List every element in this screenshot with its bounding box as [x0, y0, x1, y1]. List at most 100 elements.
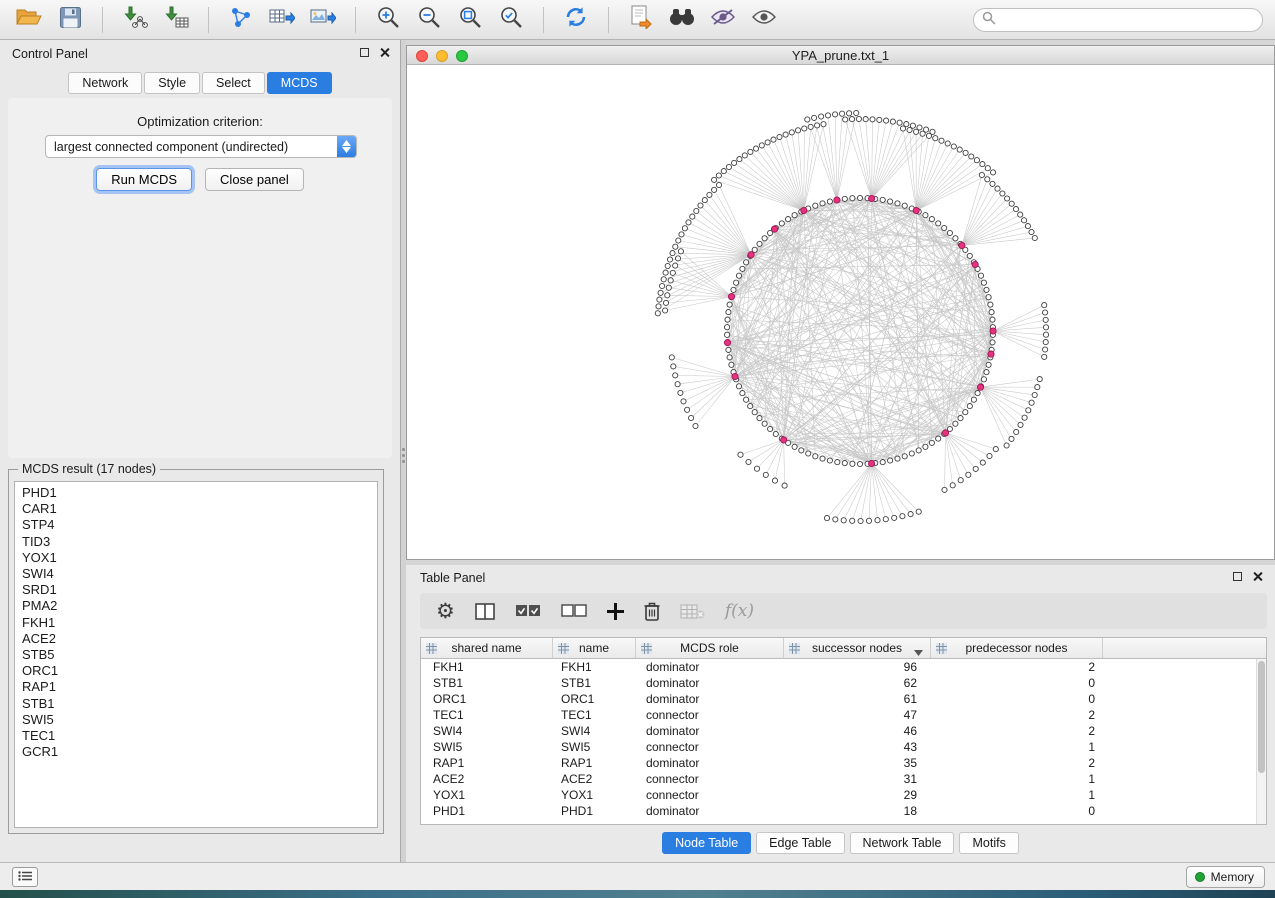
- float-table-panel-icon[interactable]: [1233, 572, 1242, 581]
- list-item[interactable]: SWI4: [22, 566, 370, 582]
- table-cell: 0: [931, 675, 1103, 691]
- table-row[interactable]: ORC1ORC1dominator610: [421, 691, 1256, 707]
- search-field[interactable]: [973, 8, 1263, 32]
- list-item[interactable]: STB1: [22, 696, 370, 712]
- close-panel-button[interactable]: Close panel: [205, 168, 304, 191]
- search-input[interactable]: [996, 13, 1254, 27]
- table-vertical-scrollbar[interactable]: [1256, 659, 1266, 824]
- create-column-plus-icon[interactable]: [607, 598, 624, 624]
- column-header-successor-nodes[interactable]: successor nodes: [784, 638, 931, 658]
- table-row[interactable]: TEC1TEC1connector472: [421, 707, 1256, 723]
- select-all-columns-icon[interactable]: [515, 598, 541, 624]
- zoom-out-icon: [418, 6, 441, 34]
- close-panel-icon[interactable]: [379, 47, 390, 58]
- show-all-button[interactable]: [747, 5, 781, 35]
- network-canvas[interactable]: [407, 65, 1274, 559]
- import-network-button[interactable]: [118, 5, 152, 35]
- table-cell: RAP1: [553, 755, 636, 771]
- zoom-in-button[interactable]: [371, 5, 405, 35]
- new-network-button[interactable]: [224, 5, 258, 35]
- list-item[interactable]: YOX1: [22, 550, 370, 566]
- memory-button[interactable]: Memory: [1186, 866, 1265, 888]
- table-cell-filler: [1103, 691, 1256, 707]
- table-cell: dominator: [636, 755, 784, 771]
- apply-layout-button[interactable]: [559, 5, 593, 35]
- run-mcds-button[interactable]: Run MCDS: [96, 168, 192, 191]
- search-icon: [982, 11, 996, 30]
- table-cell: 2: [931, 659, 1103, 675]
- clone-network-button[interactable]: [624, 5, 658, 35]
- tab-motifs[interactable]: Motifs: [959, 832, 1018, 854]
- export-image-button[interactable]: [306, 5, 340, 35]
- column-header-name[interactable]: name: [553, 638, 636, 658]
- column-header-shared-name[interactable]: shared name: [421, 638, 553, 658]
- open-file-button[interactable]: [12, 5, 46, 35]
- table-cell: dominator: [636, 659, 784, 675]
- list-item[interactable]: CAR1: [22, 501, 370, 517]
- table-row[interactable]: YOX1YOX1connector291: [421, 787, 1256, 803]
- table-cell: connector: [636, 771, 784, 787]
- optimization-dropdown[interactable]: largest connected component (undirected): [45, 135, 357, 158]
- mcds-result-list[interactable]: PHD1CAR1STP4TID3YOX1SWI4SRD1PMA2FKH1ACE2…: [14, 481, 378, 828]
- delete-column-trash-icon[interactable]: [644, 598, 660, 624]
- list-item[interactable]: STP4: [22, 517, 370, 533]
- table-row[interactable]: RAP1RAP1dominator352: [421, 755, 1256, 771]
- zoom-selected-button[interactable]: [494, 5, 528, 35]
- mcds-buttons-row: Run MCDS Close panel: [0, 168, 400, 191]
- show-columns-icon[interactable]: [475, 598, 495, 624]
- column-header-predecessor-nodes[interactable]: predecessor nodes: [931, 638, 1103, 658]
- table-row[interactable]: STB1STB1dominator620: [421, 675, 1256, 691]
- tab-select[interactable]: Select: [202, 72, 265, 94]
- float-panel-icon[interactable]: [360, 48, 369, 57]
- table-cell: 0: [931, 803, 1103, 819]
- tab-network-table[interactable]: Network Table: [850, 832, 955, 854]
- zoom-out-button[interactable]: [412, 5, 446, 35]
- tab-edge-table[interactable]: Edge Table: [756, 832, 844, 854]
- list-item[interactable]: GCR1: [22, 744, 370, 760]
- close-table-panel-icon[interactable]: [1252, 571, 1263, 582]
- table-settings-gear-icon[interactable]: ⚙: [436, 598, 455, 624]
- table-cell: 29: [784, 787, 931, 803]
- network-window-titlebar[interactable]: YPA_prune.txt_1: [407, 46, 1274, 65]
- list-item[interactable]: FKH1: [22, 615, 370, 631]
- table-cell-filler: [1103, 771, 1256, 787]
- export-table-button[interactable]: [265, 5, 299, 35]
- list-item[interactable]: SRD1: [22, 582, 370, 598]
- splitter-grip-icon: [402, 448, 405, 463]
- table-row[interactable]: PHD1PHD1dominator180: [421, 803, 1256, 819]
- table-cell: 61: [784, 691, 931, 707]
- column-type-icon: [936, 643, 947, 657]
- table-row[interactable]: ACE2ACE2connector311: [421, 771, 1256, 787]
- list-item[interactable]: STB5: [22, 647, 370, 663]
- zoom-selected-icon: [500, 6, 523, 34]
- column-label: shared name: [451, 641, 521, 655]
- tab-node-table[interactable]: Node Table: [662, 832, 751, 854]
- tab-mcds[interactable]: MCDS: [267, 72, 332, 94]
- list-item[interactable]: RAP1: [22, 679, 370, 695]
- scrollbar-thumb[interactable]: [1258, 661, 1265, 773]
- tab-style[interactable]: Style: [144, 72, 200, 94]
- column-header-mcds-role[interactable]: MCDS role: [636, 638, 784, 658]
- toolbar-separator: [543, 7, 544, 33]
- list-item[interactable]: PHD1: [22, 485, 370, 501]
- column-label: predecessor nodes: [965, 641, 1067, 655]
- table-cell: connector: [636, 707, 784, 723]
- list-item[interactable]: TID3: [22, 534, 370, 550]
- table-row[interactable]: SWI4SWI4dominator462: [421, 723, 1256, 739]
- import-table-button[interactable]: [159, 5, 193, 35]
- zoom-fit-button[interactable]: [453, 5, 487, 35]
- search-network-button[interactable]: [665, 5, 699, 35]
- list-item[interactable]: ORC1: [22, 663, 370, 679]
- show-task-history-button[interactable]: [12, 867, 38, 887]
- list-item[interactable]: PMA2: [22, 598, 370, 614]
- hide-selected-button[interactable]: [706, 5, 740, 35]
- list-item[interactable]: TEC1: [22, 728, 370, 744]
- save-session-button[interactable]: [53, 5, 87, 35]
- unselect-all-columns-icon[interactable]: [561, 598, 587, 624]
- list-item[interactable]: SWI5: [22, 712, 370, 728]
- main-toolbar: [0, 0, 1275, 40]
- table-row[interactable]: FKH1FKH1dominator962: [421, 659, 1256, 675]
- tab-network[interactable]: Network: [68, 72, 142, 94]
- table-row[interactable]: SWI5SWI5connector431: [421, 739, 1256, 755]
- list-item[interactable]: ACE2: [22, 631, 370, 647]
